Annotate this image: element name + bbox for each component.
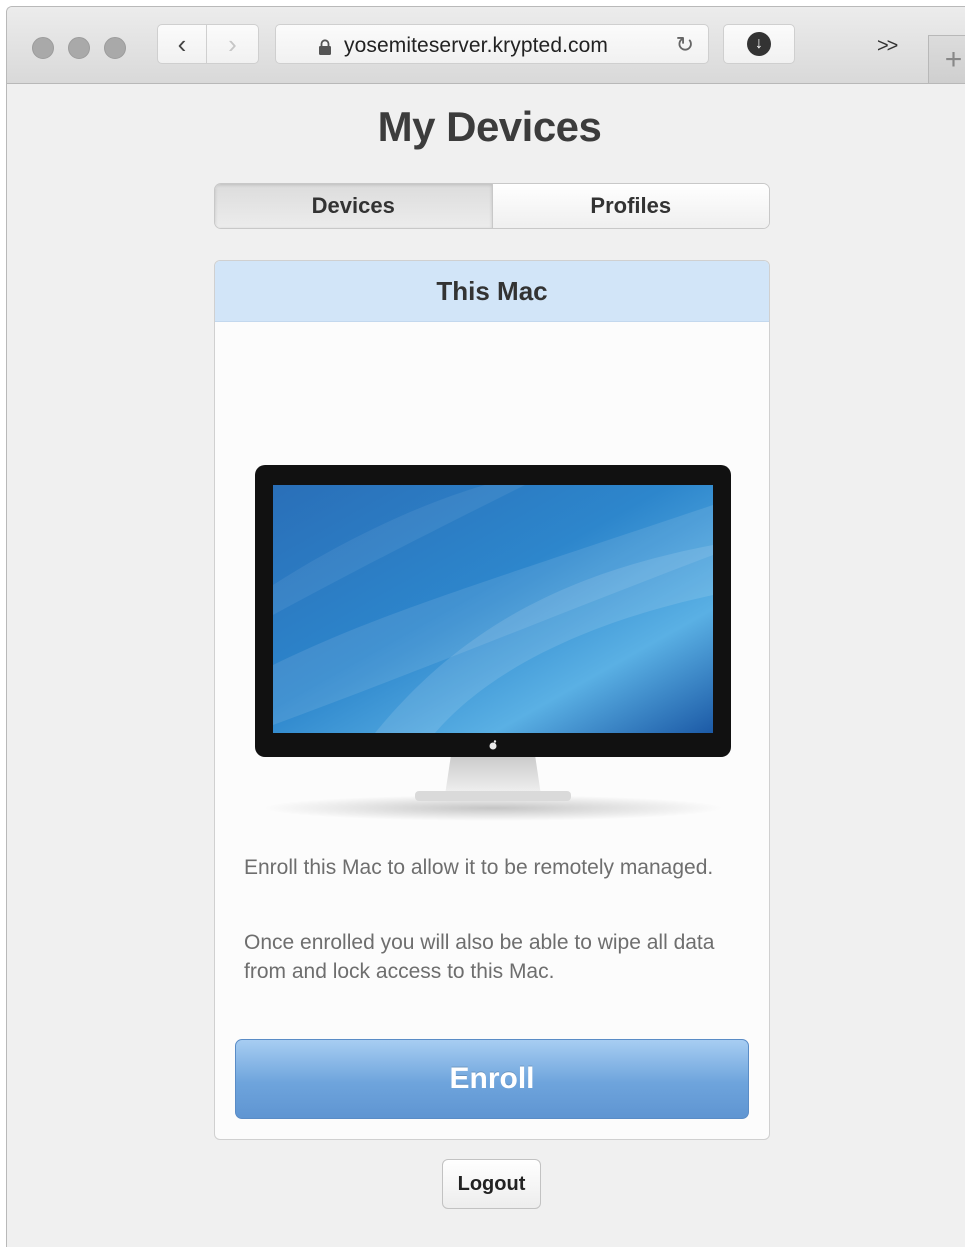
forward-button[interactable]: ›: [207, 24, 259, 64]
this-mac-card: This Mac Enroll this Mac to allow it to …: [214, 260, 770, 1140]
enroll-benefits-text: Once enrolled you will also be able to w…: [244, 931, 715, 983]
browser-toolbar: ‹ › yosemiteserver.krypted.com ↻ ↓ >> +: [7, 7, 965, 84]
card-header: This Mac: [215, 261, 769, 322]
url-text: yosemiteserver.krypted.com: [344, 34, 609, 57]
view-tabs: Devices Profiles: [214, 183, 770, 229]
plus-icon: +: [944, 42, 963, 76]
downloads-button[interactable]: ↓: [723, 24, 795, 64]
logout-button[interactable]: Logout: [442, 1159, 541, 1209]
back-button[interactable]: ‹: [157, 24, 207, 64]
browser-window: ‹ › yosemiteserver.krypted.com ↻ ↓ >> + …: [6, 6, 965, 1247]
chevron-left-icon: ‹: [177, 29, 187, 59]
page-title: My Devices: [377, 103, 602, 150]
reload-icon[interactable]: ↻: [676, 32, 694, 58]
download-icon: ↓: [747, 32, 771, 56]
toolbar-overflow-button[interactable]: >>: [877, 35, 898, 58]
address-bar[interactable]: yosemiteserver.krypted.com ↻: [275, 24, 709, 64]
new-tab-button[interactable]: +: [928, 35, 965, 83]
enroll-button[interactable]: Enroll: [235, 1039, 749, 1119]
download-glyph: ↓: [755, 35, 763, 52]
imac-display-image: [255, 465, 731, 821]
chevron-right-icon: ›: [228, 29, 237, 59]
minimize-window-button[interactable]: [68, 37, 90, 59]
lock-icon: [319, 39, 331, 55]
tab-devices[interactable]: Devices: [215, 184, 493, 228]
tab-profiles[interactable]: Profiles: [492, 184, 769, 228]
enroll-description: Enroll this Mac to allow it to be remote…: [244, 856, 714, 879]
zoom-window-button[interactable]: [104, 37, 126, 59]
close-window-button[interactable]: [32, 37, 54, 59]
